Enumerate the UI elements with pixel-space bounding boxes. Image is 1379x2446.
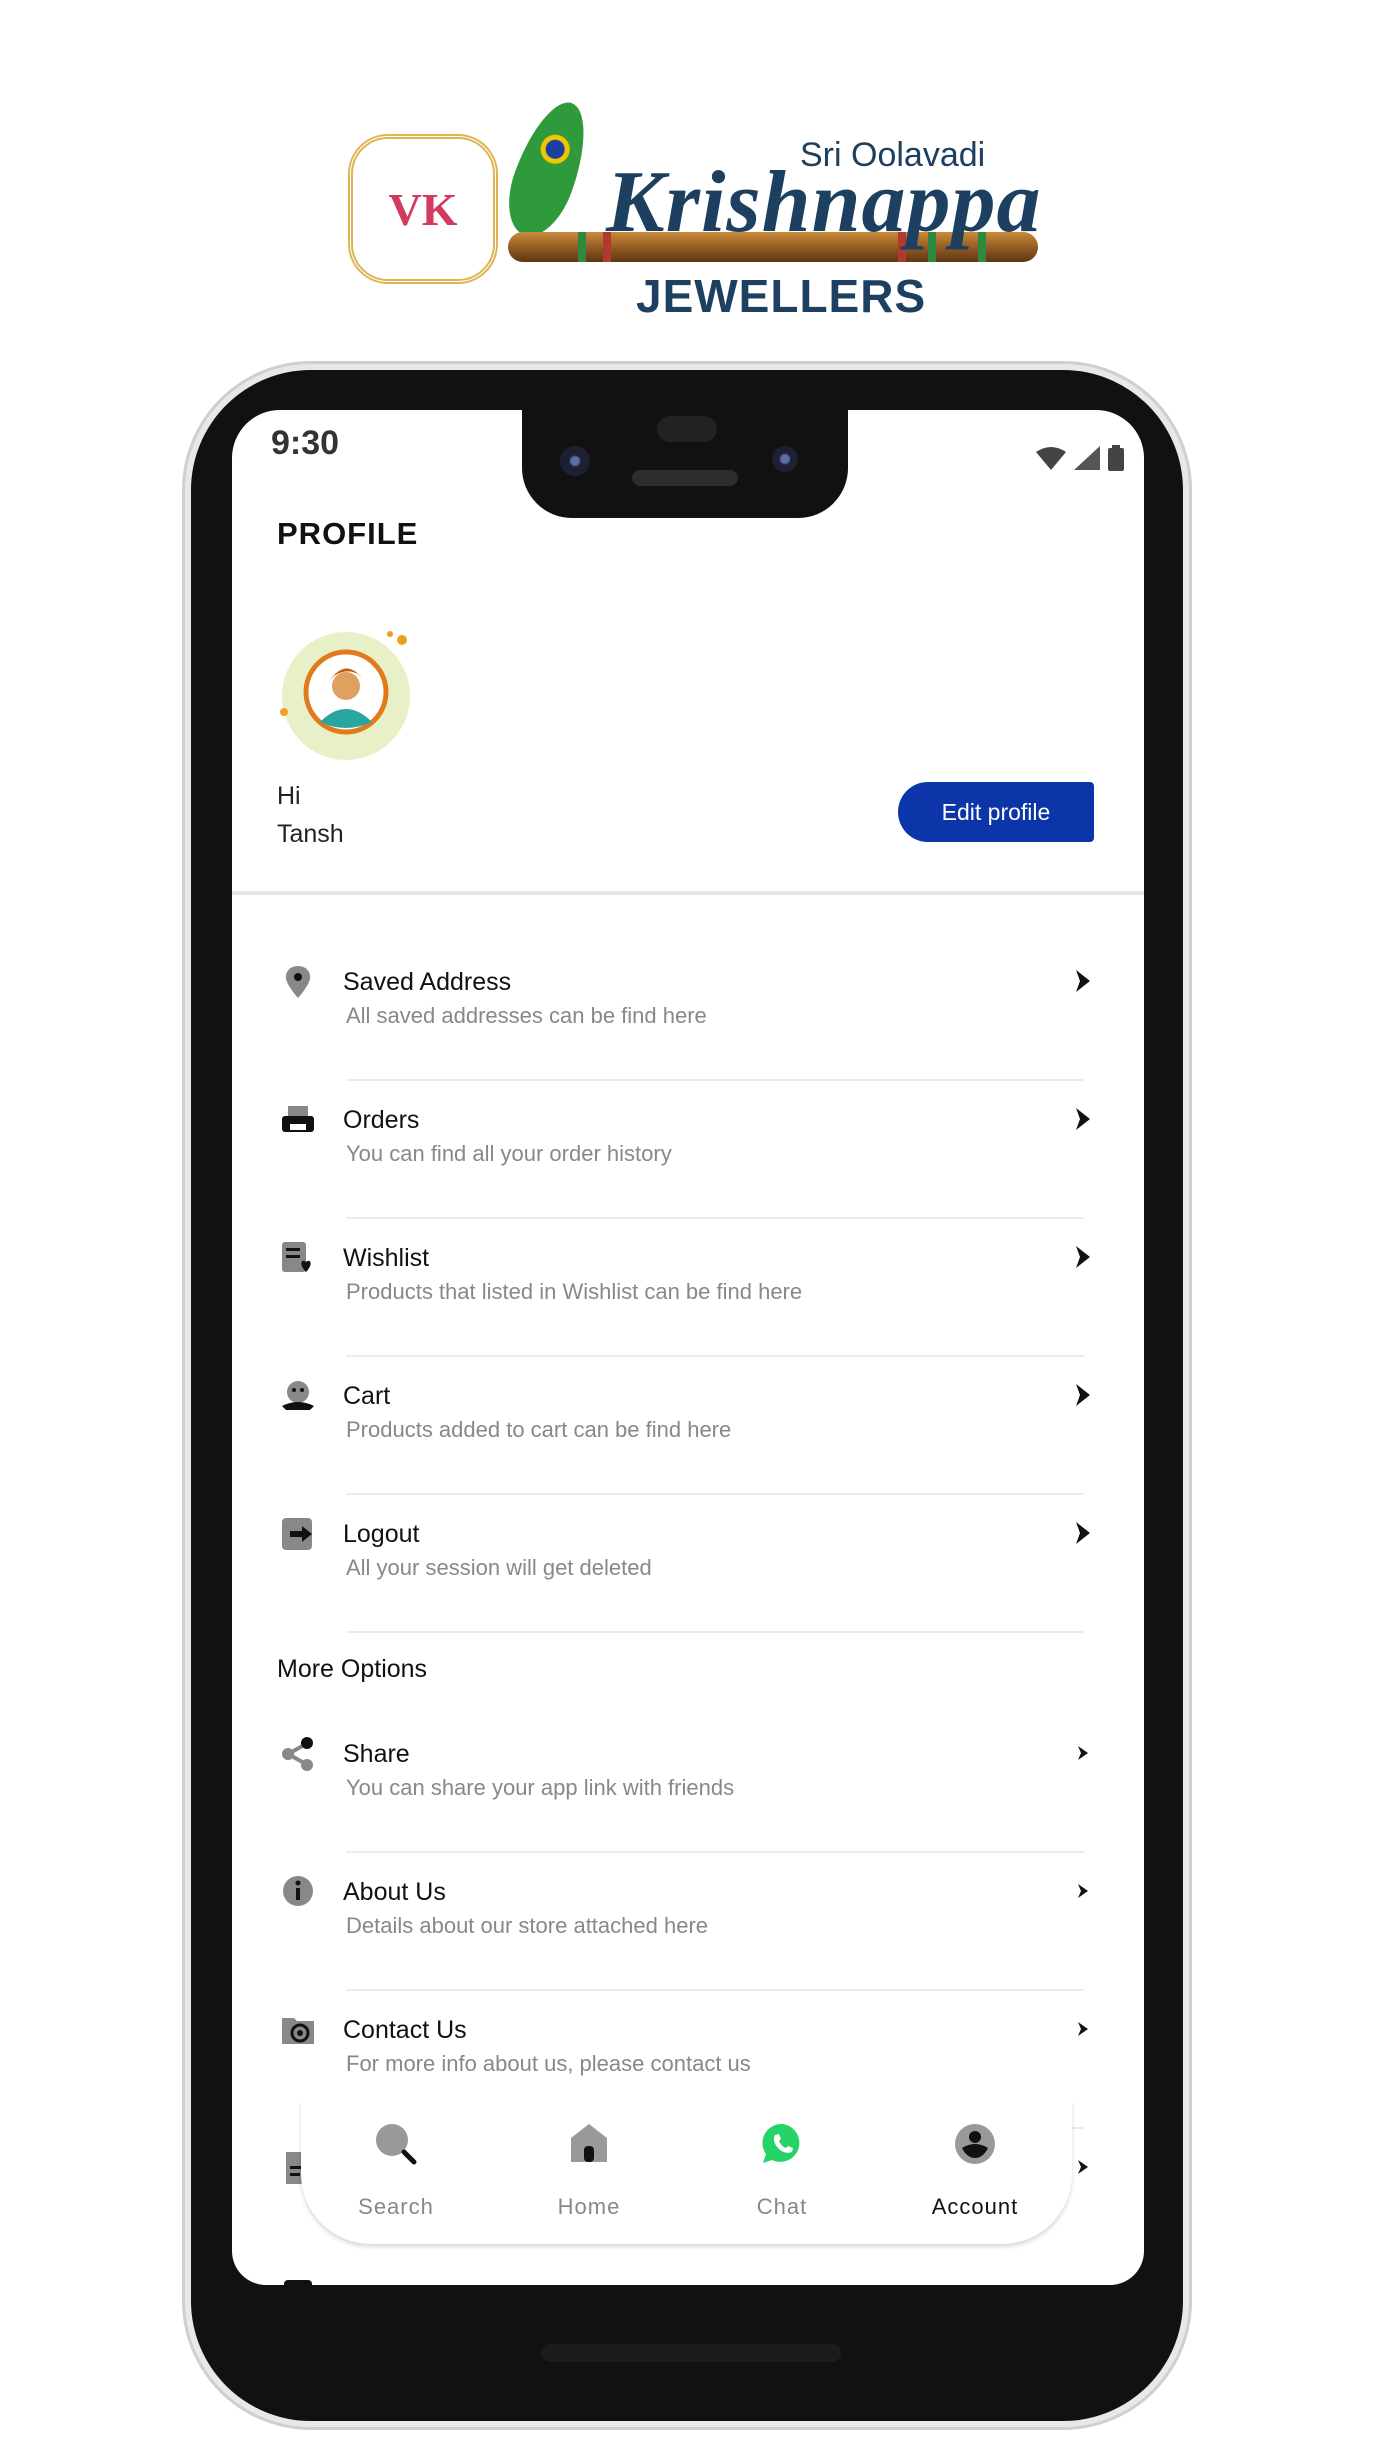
peacock-feather-icon xyxy=(495,92,601,246)
menu-item-about-us[interactable]: About Us Details about our store attached… xyxy=(232,1864,1144,2002)
search-icon xyxy=(376,2124,417,2165)
signal-icon xyxy=(1074,446,1100,470)
greeting: Hi xyxy=(277,782,301,810)
info-icon xyxy=(283,1876,313,1906)
whatsapp-icon xyxy=(762,2123,800,2163)
bottom-nav: Search Home Chat Account xyxy=(301,2100,1072,2244)
page-title: PROFILE xyxy=(277,516,419,551)
earpiece xyxy=(632,470,738,486)
cart-icon xyxy=(282,1381,314,1410)
contact-icon xyxy=(282,2018,314,2044)
chevron-right-icon[interactable] xyxy=(1070,1876,1094,1906)
chevron-right-icon[interactable] xyxy=(1070,2152,1094,2182)
menu-item-logout[interactable]: Logout All your session will get deleted xyxy=(232,1506,1144,1644)
chevron-right-icon[interactable] xyxy=(1070,1738,1094,1768)
user-name: Tansh xyxy=(277,820,344,848)
brand-logo: VK Sri Oolavadi Krishnappa JEWELLERS xyxy=(348,92,1048,324)
chevron-right-icon[interactable] xyxy=(1070,966,1094,996)
chevron-right-icon[interactable] xyxy=(1070,1518,1094,1548)
vk-monogram: VK xyxy=(348,134,498,284)
menu-item-saved-address[interactable]: Saved Address All saved addresses can be … xyxy=(232,954,1144,1092)
phone-volume-button xyxy=(1186,1100,1192,1360)
battery-icon xyxy=(1108,445,1124,471)
avatar[interactable] xyxy=(280,630,412,762)
camera-notch xyxy=(522,410,848,518)
share-icon xyxy=(282,1737,313,1771)
wishlist-icon xyxy=(282,1242,311,1272)
location-pin-icon xyxy=(285,966,311,998)
chevron-right-icon[interactable] xyxy=(1070,2014,1094,2044)
orders-icon xyxy=(282,1106,314,1132)
menu-item-cart[interactable]: Cart Products added to cart can be find h… xyxy=(232,1368,1144,1506)
chevron-right-icon[interactable] xyxy=(1070,1242,1094,1272)
logo-line-3: JEWELLERS xyxy=(636,270,927,322)
more-options-heading: More Options xyxy=(277,1655,428,1683)
home-icon xyxy=(571,2124,607,2162)
logout-icon xyxy=(282,1518,312,1550)
menu-item-share[interactable]: Share You can share your app link with fr… xyxy=(232,1726,1144,1864)
menu-item-wishlist[interactable]: Wishlist Products that listed in Wishlist… xyxy=(232,1230,1144,1368)
phone-chin-speaker xyxy=(541,2344,841,2362)
app-screen: 9:30 PROFILE Hi Tansh Edit profile Saved… xyxy=(232,410,1144,2285)
phone-power-button xyxy=(1183,845,1191,975)
sensor xyxy=(772,446,798,472)
document-icon xyxy=(284,2280,312,2285)
chevron-right-icon[interactable] xyxy=(1070,1104,1094,1134)
wifi-icon xyxy=(1036,447,1066,470)
edit-profile-button[interactable]: Edit profile xyxy=(898,782,1094,842)
nav-home[interactable]: Home xyxy=(499,2100,679,2244)
status-time: 9:30 xyxy=(271,424,340,462)
status-icons xyxy=(1036,445,1124,471)
front-camera xyxy=(560,446,590,476)
section-divider xyxy=(232,891,1144,895)
chevron-right-icon[interactable] xyxy=(1070,1380,1094,1410)
menu-item-orders[interactable]: Orders You can find all your order histor… xyxy=(232,1092,1144,1230)
logo-line-2: Krishnappa xyxy=(606,154,1042,251)
nav-account[interactable]: Account xyxy=(885,2100,1065,2244)
menu-item-clipped[interactable] xyxy=(232,2268,1144,2285)
nav-search[interactable]: Search xyxy=(306,2100,486,2244)
nav-chat[interactable]: Chat xyxy=(692,2100,872,2244)
account-icon xyxy=(955,2124,995,2164)
